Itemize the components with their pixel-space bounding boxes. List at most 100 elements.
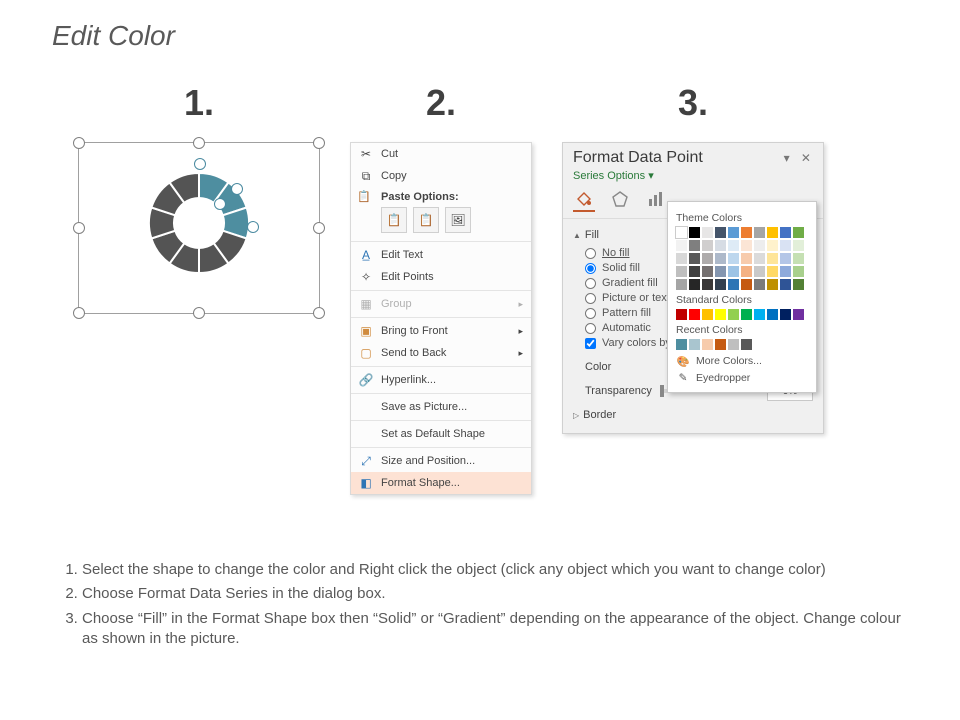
menu-cut[interactable]: ✂Cut [351, 143, 531, 165]
menu-copy[interactable]: ⧉Copy [351, 165, 531, 187]
color-swatch[interactable] [780, 240, 791, 251]
color-swatch[interactable] [702, 279, 713, 290]
color-swatch[interactable] [741, 240, 752, 251]
color-swatch[interactable] [702, 266, 713, 277]
color-swatch[interactable] [767, 240, 778, 251]
color-swatch[interactable] [780, 279, 791, 290]
paste-option-button[interactable]: 📋 [413, 207, 439, 233]
color-swatch[interactable] [715, 279, 726, 290]
color-swatch[interactable] [767, 309, 778, 320]
resize-handle[interactable] [73, 137, 85, 149]
color-swatch[interactable] [689, 227, 700, 238]
color-swatch[interactable] [715, 253, 726, 264]
resize-handle[interactable] [73, 307, 85, 319]
color-swatch[interactable] [676, 279, 687, 290]
color-swatch[interactable] [754, 227, 765, 238]
color-swatch[interactable] [754, 309, 765, 320]
color-swatch[interactable] [780, 253, 791, 264]
color-swatch[interactable] [728, 253, 739, 264]
color-swatch[interactable] [715, 339, 726, 350]
color-swatch[interactable] [780, 266, 791, 277]
menu-set-default[interactable]: Set as Default Shape [351, 423, 531, 445]
color-swatch[interactable] [793, 227, 804, 238]
segment-handle[interactable] [247, 221, 259, 233]
menu-save-picture[interactable]: Save as Picture... [351, 396, 531, 418]
color-swatch[interactable] [728, 227, 739, 238]
color-swatch[interactable] [728, 309, 739, 320]
color-swatch[interactable] [793, 279, 804, 290]
color-swatch[interactable] [702, 253, 713, 264]
resize-handle[interactable] [313, 137, 325, 149]
color-swatch[interactable] [702, 339, 713, 350]
menu-edit-points[interactable]: ✧Edit Points [351, 266, 531, 288]
tab-effects[interactable] [609, 188, 631, 212]
color-swatch[interactable] [676, 240, 687, 251]
color-swatch[interactable] [754, 279, 765, 290]
resize-handle[interactable] [313, 222, 325, 234]
resize-handle[interactable] [73, 222, 85, 234]
color-swatch[interactable] [728, 339, 739, 350]
menu-format-shape[interactable]: ◧Format Shape... [351, 472, 531, 494]
color-swatch[interactable] [741, 253, 752, 264]
color-swatch[interactable] [702, 240, 713, 251]
menu-send-back[interactable]: ▢Send to Back▸ [351, 342, 531, 364]
color-swatch[interactable] [715, 240, 726, 251]
color-swatch[interactable] [715, 266, 726, 277]
picker-more-colors[interactable]: 🎨More Colors... [676, 355, 808, 367]
color-swatch[interactable] [689, 240, 700, 251]
color-swatch[interactable] [715, 227, 726, 238]
color-swatch[interactable] [728, 279, 739, 290]
color-swatch[interactable] [741, 266, 752, 277]
pane-subtitle[interactable]: Series Options ▾ [563, 169, 823, 188]
resize-handle[interactable] [193, 307, 205, 319]
selected-shape-box[interactable] [78, 142, 320, 314]
paste-option-button[interactable]: 📋 [381, 207, 407, 233]
color-swatch[interactable] [767, 253, 778, 264]
color-swatch[interactable] [754, 266, 765, 277]
color-swatch[interactable] [702, 309, 713, 320]
color-swatch[interactable] [793, 309, 804, 320]
menu-hyperlink[interactable]: 🔗Hyperlink... [351, 369, 531, 391]
color-swatch[interactable] [793, 240, 804, 251]
resize-handle[interactable] [193, 137, 205, 149]
color-swatch[interactable] [689, 309, 700, 320]
color-swatch[interactable] [676, 266, 687, 277]
menu-bring-front[interactable]: ▣Bring to Front▸ [351, 320, 531, 342]
color-swatch[interactable] [676, 227, 687, 238]
color-swatch[interactable] [741, 227, 752, 238]
tab-fill-line[interactable] [573, 188, 595, 212]
color-swatch[interactable] [754, 240, 765, 251]
color-swatch[interactable] [676, 339, 687, 350]
segment-handle[interactable] [194, 158, 206, 170]
color-swatch[interactable] [689, 339, 700, 350]
picker-eyedropper[interactable]: ✎Eyedropper [676, 372, 808, 384]
color-swatch[interactable] [793, 253, 804, 264]
paste-option-button[interactable]: 🖼 [445, 207, 471, 233]
color-swatch[interactable] [741, 339, 752, 350]
segment-handle[interactable] [214, 198, 226, 210]
resize-handle[interactable] [313, 307, 325, 319]
color-swatch[interactable] [715, 309, 726, 320]
color-swatch[interactable] [780, 227, 791, 238]
color-swatch[interactable] [728, 266, 739, 277]
color-swatch[interactable] [676, 309, 687, 320]
border-heading[interactable]: ▷Border [573, 409, 813, 421]
color-swatch[interactable] [767, 266, 778, 277]
menu-edit-text[interactable]: A̲Edit Text [351, 244, 531, 266]
color-swatch[interactable] [702, 227, 713, 238]
donut-chart[interactable] [139, 163, 259, 283]
segment-handle[interactable] [231, 183, 243, 195]
color-swatch[interactable] [689, 266, 700, 277]
color-swatch[interactable] [793, 266, 804, 277]
color-swatch[interactable] [728, 240, 739, 251]
color-swatch[interactable] [741, 279, 752, 290]
menu-size-position[interactable]: ⤢Size and Position... [351, 450, 531, 472]
color-swatch[interactable] [767, 227, 778, 238]
pane-close-icon[interactable]: ▾ ✕ [784, 151, 815, 165]
color-swatch[interactable] [780, 309, 791, 320]
color-swatch[interactable] [754, 253, 765, 264]
color-swatch[interactable] [689, 253, 700, 264]
color-swatch[interactable] [767, 279, 778, 290]
tab-series[interactable] [645, 188, 667, 212]
color-swatch[interactable] [741, 309, 752, 320]
